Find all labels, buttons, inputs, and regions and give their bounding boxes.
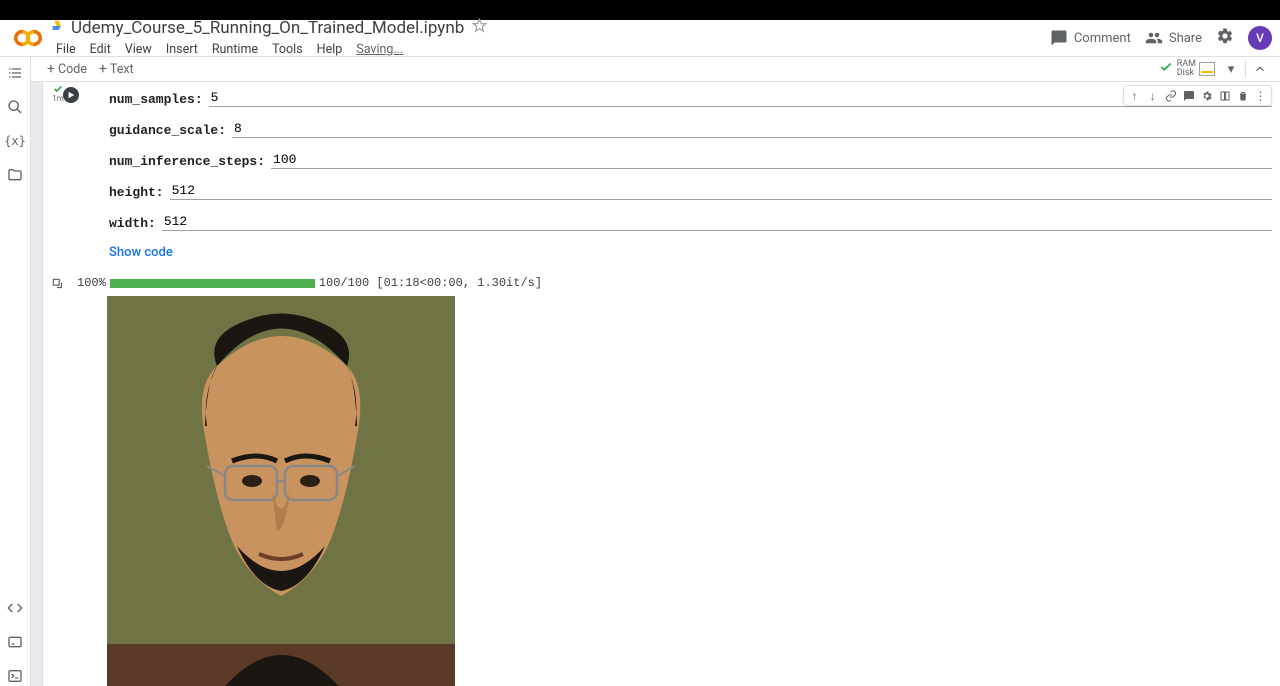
param-label-num-inference-steps: num_inference_steps: [109,154,265,169]
menu-runtime[interactable]: Runtime [206,40,264,59]
output-image-1 [107,296,455,644]
link-cell-button[interactable] [1162,87,1179,104]
mirror-cell-button[interactable] [1216,87,1233,104]
search-button[interactable] [5,97,25,117]
output-indicator-icon[interactable] [43,274,73,291]
files-button[interactable] [5,165,25,185]
output-cell: 100% 100/100 [01:18<00:00, 1.30it/s] [31,274,1280,686]
connected-check-icon [1159,60,1173,78]
document-title[interactable]: Udemy_Course_5_Running_On_Trained_Model.… [71,18,464,38]
cell-more-button[interactable]: ⋮ [1252,87,1269,104]
progress-text: 100/100 [01:18<00:00, 1.30it/s] [319,276,542,290]
add-code-button[interactable]: +Code [41,59,93,79]
resource-indicator[interactable]: RAM Disk [1177,60,1196,78]
notebook-toolbar: +Code +Text RAM Disk ▾ [31,57,1280,82]
terminal-button[interactable] [5,666,25,686]
colab-logo [14,24,42,52]
move-cell-down-button[interactable]: ↓ [1144,87,1161,104]
variables-button[interactable]: {x} [5,131,25,151]
drive-icon [50,19,63,36]
comment-cell-button[interactable] [1180,87,1197,104]
comment-button[interactable]: Comment [1050,29,1131,47]
param-label-height: height: [109,185,164,200]
delete-cell-button[interactable] [1234,87,1251,104]
progress-bar [110,279,315,288]
resource-meter[interactable] [1199,62,1215,76]
menu-help[interactable]: Help [311,40,349,59]
left-rail: {x} [0,57,31,686]
star-icon[interactable] [472,18,487,37]
app-header: Udemy_Course_5_Running_On_Trained_Model.… [0,20,1280,57]
param-label-guidance-scale: guidance_scale: [109,123,226,138]
menu-edit[interactable]: Edit [84,40,117,59]
menu-insert[interactable]: Insert [160,40,204,59]
cell-gutter [31,82,43,274]
output-image-2 [107,644,455,686]
param-input-guidance-scale[interactable] [232,121,1272,138]
user-avatar[interactable]: V [1248,26,1272,50]
menu-tools[interactable]: Tools [266,40,309,59]
cell-toolbar: ↑ ↓ ⋮ [1123,85,1272,106]
menu-view[interactable]: View [119,40,158,59]
save-status: Saving... [350,40,409,59]
toc-button[interactable] [5,63,25,83]
show-code-button[interactable]: Show code [109,245,1272,260]
cell-gutter [31,274,43,686]
add-text-button[interactable]: +Text [93,59,140,79]
code-cell: 1m ↑ ↓ ⋮ num_samples: [31,82,1280,274]
people-icon [1145,29,1163,47]
param-input-num-samples[interactable] [209,90,1272,107]
param-label-num-samples: num_samples: [109,92,203,107]
param-input-num-inference-steps[interactable] [271,152,1272,169]
menu-bar: File Edit View Insert Runtime Tools Help… [50,40,1050,59]
resource-dropdown[interactable]: ▾ [1221,59,1241,79]
cell-settings-button[interactable] [1198,87,1215,104]
exec-success-icon [53,84,63,94]
gear-icon [1216,27,1234,45]
notebook-content: 1m ↑ ↓ ⋮ num_samples: [31,82,1280,686]
param-input-width[interactable] [162,214,1272,231]
comment-icon [1050,29,1068,47]
command-palette-button[interactable] [5,632,25,652]
settings-button[interactable] [1216,27,1234,50]
move-cell-up-button[interactable]: ↑ [1126,87,1143,104]
share-button[interactable]: Share [1145,29,1202,47]
collapse-header-button[interactable] [1250,59,1270,79]
code-snippets-button[interactable] [5,598,25,618]
param-label-width: width: [109,216,156,231]
param-input-height[interactable] [170,183,1272,200]
menu-file[interactable]: File [50,40,82,59]
progress-percent: 100% [77,276,106,290]
